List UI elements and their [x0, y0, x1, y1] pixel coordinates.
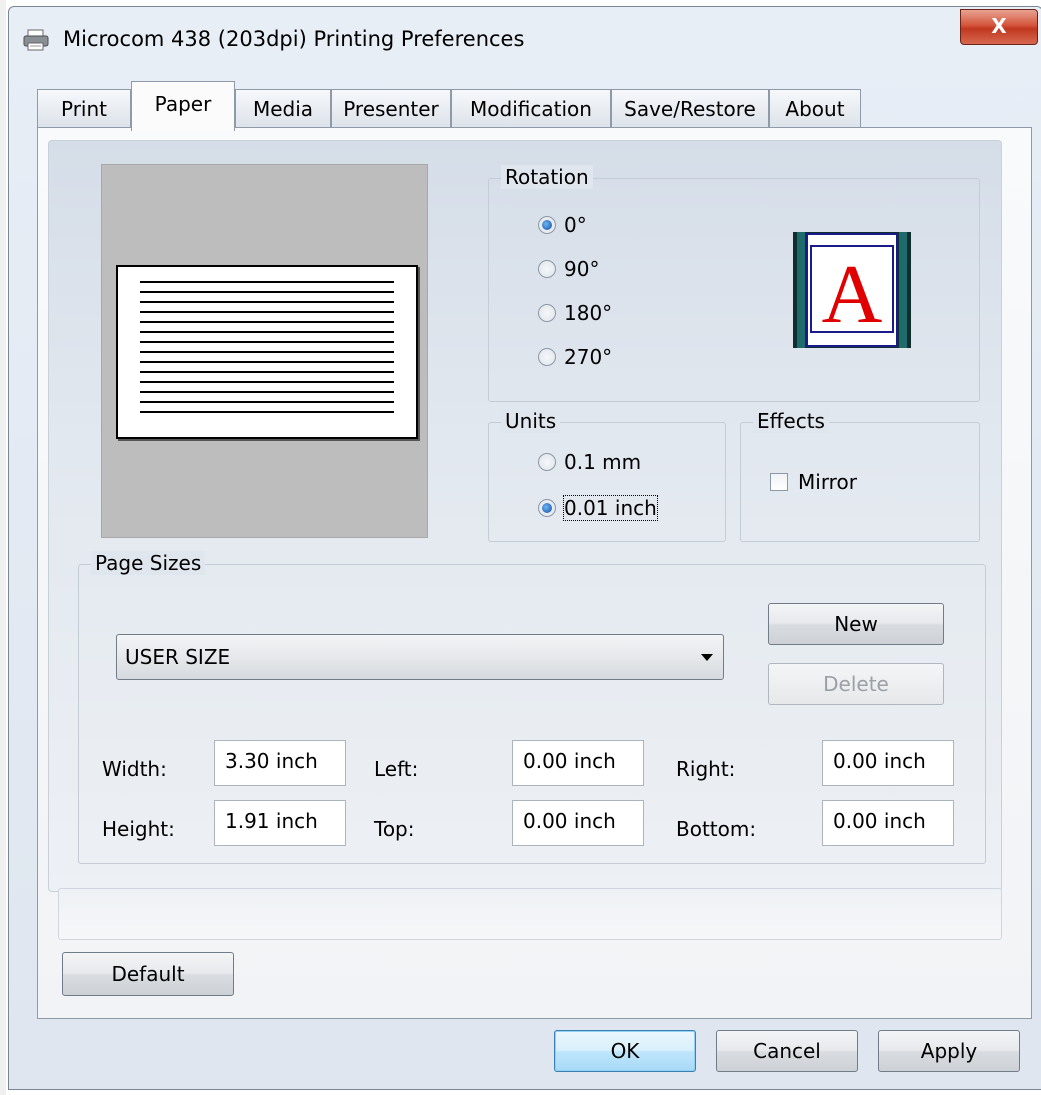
default-button[interactable]: Default — [62, 952, 234, 996]
right-margin-label: Right: — [676, 757, 736, 781]
tab-print[interactable]: Print — [37, 89, 131, 127]
paper-preview — [101, 164, 428, 538]
preview-line — [140, 331, 394, 333]
title-bar: Microcom 438 (203dpi) Printing Preferenc… — [9, 7, 1041, 69]
printer-icon — [23, 29, 49, 51]
bottom-margin-field[interactable]: 0.00 inch — [822, 800, 954, 846]
status-area — [58, 888, 1002, 940]
right-margin-field[interactable]: 0.00 inch — [822, 740, 954, 786]
top-margin-label: Top: — [374, 817, 415, 841]
svg-text:A: A — [822, 248, 883, 341]
new-page-size-button[interactable]: New — [768, 603, 944, 645]
paper-sheet-preview — [116, 265, 418, 439]
rotation-270-label: 270° — [564, 345, 613, 369]
rotation-0-label: 0° — [564, 213, 587, 237]
rotation-270-radio[interactable]: 270° — [538, 345, 612, 369]
height-field[interactable]: 1.91 inch — [214, 800, 346, 846]
tab-about[interactable]: About — [769, 89, 861, 127]
units-mm-label: 0.1 mm — [564, 450, 642, 474]
tab-presenter[interactable]: Presenter — [331, 89, 451, 127]
rotation-180-label: 180° — [564, 301, 613, 325]
page-size-selected: USER SIZE — [125, 645, 231, 669]
checkbox-icon — [770, 473, 788, 491]
preview-line — [140, 351, 394, 353]
top-margin-field[interactable]: 0.00 inch — [512, 800, 644, 846]
preview-line — [140, 281, 394, 283]
effects-legend: Effects — [753, 409, 829, 433]
preview-line — [140, 341, 394, 343]
mirror-label: Mirror — [798, 470, 857, 494]
rotation-preview-icon: A — [793, 232, 911, 348]
width-field[interactable]: 3.30 inch — [214, 740, 346, 786]
preview-line — [140, 291, 394, 293]
preview-line — [140, 321, 394, 323]
preview-line — [140, 381, 394, 383]
height-label: Height: — [102, 817, 175, 841]
tab-save-restore[interactable]: Save/Restore — [611, 89, 769, 127]
units-group: Units — [488, 409, 726, 542]
page-size-dropdown[interactable]: USER SIZE — [116, 634, 724, 680]
cancel-button[interactable]: Cancel — [716, 1030, 858, 1072]
tab-modification[interactable]: Modification — [451, 89, 611, 127]
left-margin-field[interactable]: 0.00 inch — [512, 740, 644, 786]
bottom-margin-label: Bottom: — [676, 817, 757, 841]
radio-selected-icon — [538, 499, 556, 517]
rotation-180-radio[interactable]: 180° — [538, 301, 612, 325]
preview-line — [140, 391, 394, 393]
radio-icon — [538, 348, 556, 366]
preview-line — [140, 411, 394, 413]
preview-line — [140, 301, 394, 303]
preview-line — [140, 371, 394, 373]
window-title: Microcom 438 (203dpi) Printing Preferenc… — [63, 27, 525, 51]
close-button[interactable]: X — [960, 9, 1038, 45]
apply-button[interactable]: Apply — [878, 1030, 1020, 1072]
dropdown-arrow-icon — [701, 654, 713, 661]
ok-button[interactable]: OK — [554, 1030, 696, 1072]
units-inch-label: 0.01 inch — [563, 495, 658, 521]
preview-line — [140, 361, 394, 363]
radio-icon — [538, 453, 556, 471]
rotation-90-label: 90° — [564, 257, 600, 281]
left-margin-label: Left: — [374, 757, 419, 781]
units-legend: Units — [501, 409, 561, 433]
delete-page-size-button[interactable]: Delete — [768, 663, 944, 705]
preview-line — [140, 311, 394, 313]
mirror-checkbox[interactable]: Mirror — [770, 470, 857, 494]
tab-media[interactable]: Media — [235, 89, 331, 127]
radio-icon — [538, 260, 556, 278]
width-label: Width: — [102, 757, 167, 781]
radio-icon — [538, 304, 556, 322]
page-sizes-legend: Page Sizes — [91, 551, 206, 575]
tab-paper[interactable]: Paper — [131, 81, 235, 131]
preview-line — [140, 401, 394, 403]
rotation-legend: Rotation — [501, 165, 593, 189]
radio-selected-icon — [538, 216, 556, 234]
units-mm-radio[interactable]: 0.1 mm — [538, 450, 641, 474]
units-inch-radio[interactable]: 0.01 inch — [538, 495, 658, 521]
desktop-edge — [0, 0, 6, 1095]
rotation-0-radio[interactable]: 0° — [538, 213, 587, 237]
rotation-90-radio[interactable]: 90° — [538, 257, 599, 281]
